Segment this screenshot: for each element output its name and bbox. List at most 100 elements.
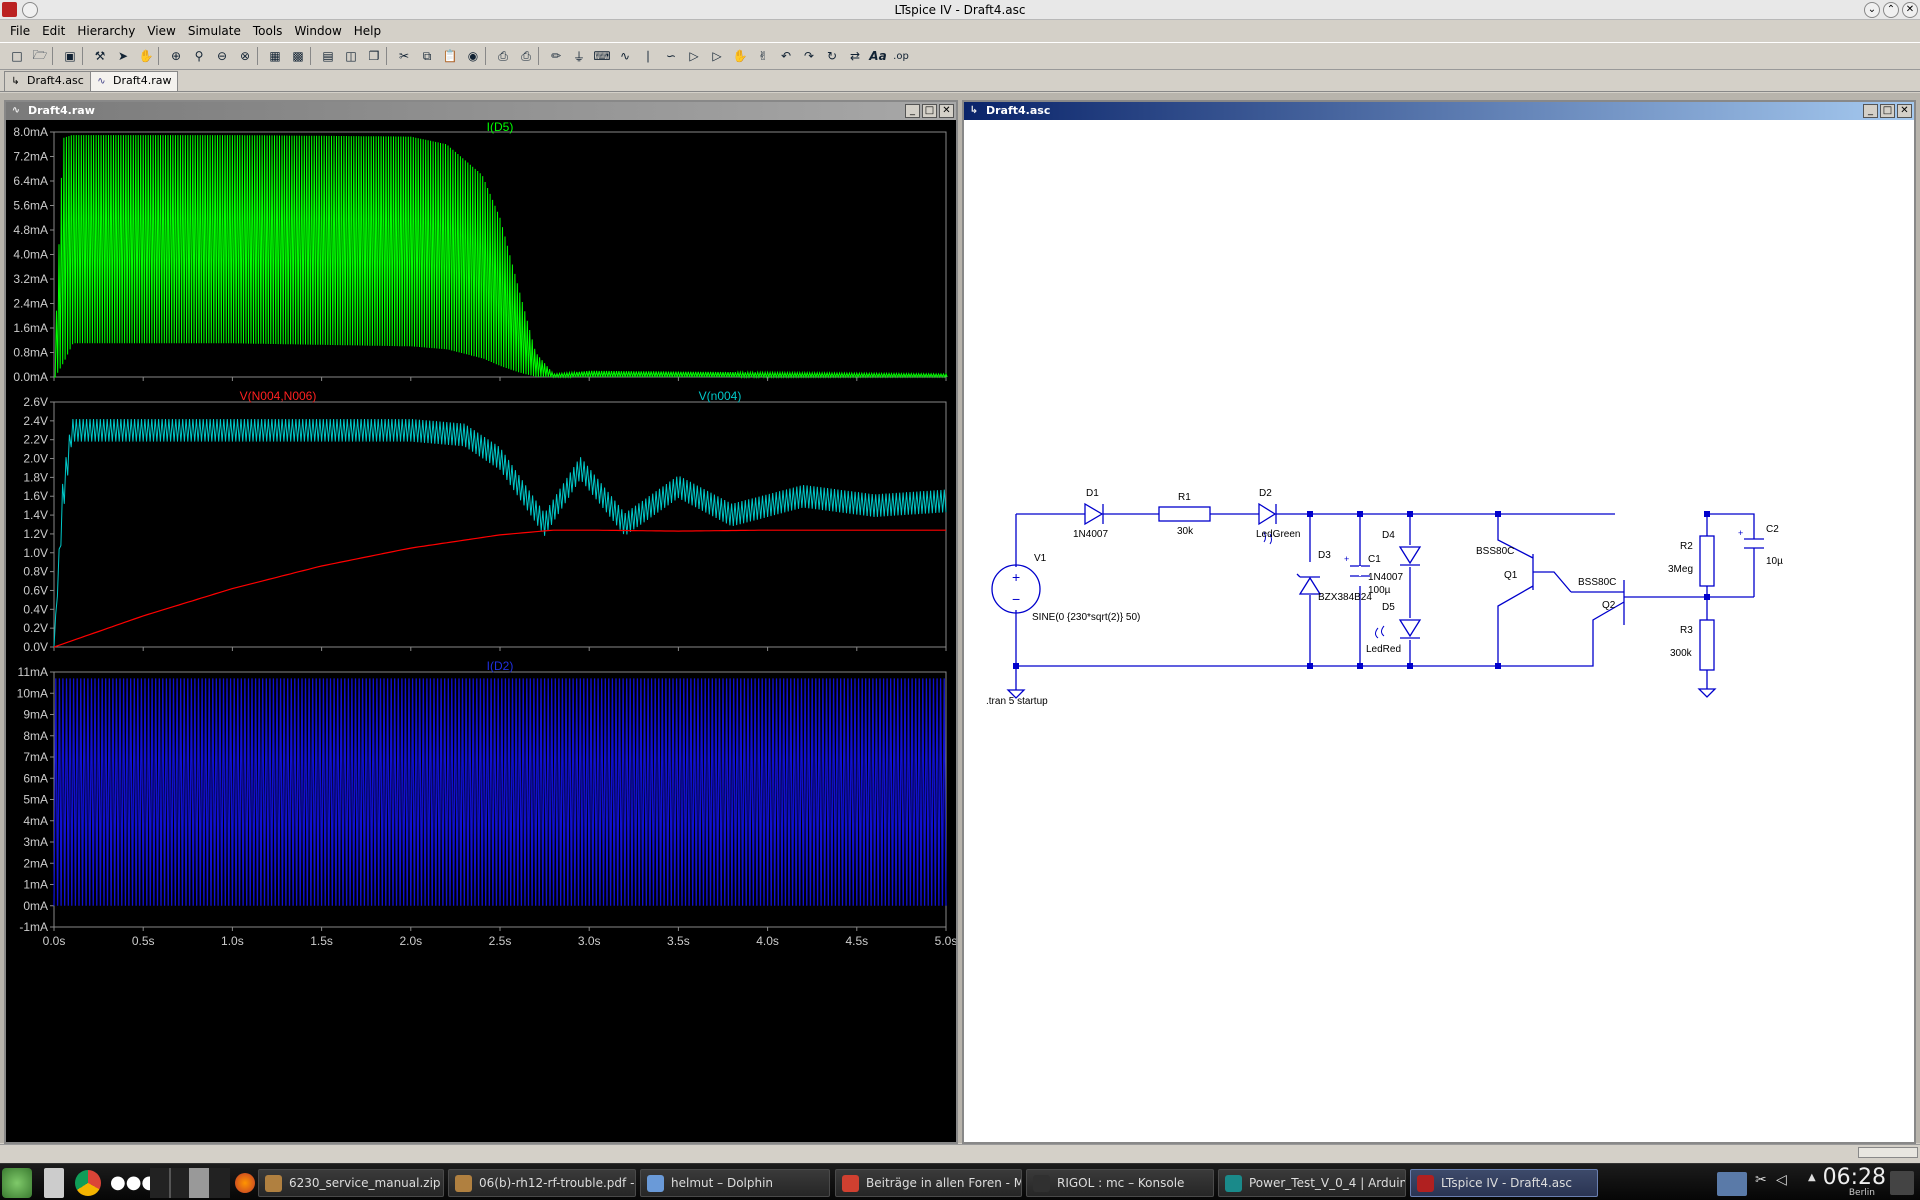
tab-draft4-asc[interactable]: ↳ Draft4.asc	[4, 71, 91, 91]
spice-directive[interactable]: .tran 5 startup	[986, 696, 1048, 707]
rotate-icon[interactable]: ↻	[821, 45, 843, 67]
waveform-window-titlebar[interactable]: ∿ Draft4.raw _ □ ✕	[6, 102, 956, 120]
find-icon[interactable]: ◉	[462, 45, 484, 67]
schematic-window-titlebar[interactable]: ↳ Draft4.asc _ □ ✕	[964, 102, 1914, 120]
taskbar-task[interactable]: 6230_service_manual.zip -	[258, 1169, 444, 1197]
cascade-icon[interactable]: ❐	[363, 45, 385, 67]
v1-source[interactable]: + − V1 SINE(0 {230*sqrt(2)} 50)	[991, 553, 1140, 623]
tray-volume-icon[interactable]: ◁	[1776, 1172, 1787, 1188]
waveform-plot-area[interactable]: 8.0mA 7.2mA 6.4mA 5.6mA 4.8mA 4.0mA 3.2mA 2.4mA…	[6, 120, 956, 1142]
ground-icon[interactable]: ⏚	[568, 45, 590, 67]
close-icon[interactable]: ✕	[939, 104, 954, 118]
menu-window[interactable]: Window	[288, 24, 347, 38]
scrollbar-thumb[interactable]	[1858, 1147, 1918, 1158]
tray-display-icon[interactable]	[1717, 1172, 1747, 1196]
q2-model: BSS80C	[1578, 577, 1616, 588]
taskbar-task[interactable]: 06(b)-rh12-rf-trouble.pdf - A	[448, 1169, 636, 1197]
taskbar-task[interactable]: LTspice IV - Draft4.asc	[1410, 1169, 1598, 1197]
paste-icon[interactable]: 📋	[439, 45, 461, 67]
label-net-icon[interactable]: ⌨	[591, 45, 613, 67]
y-tick-label: 7mA	[23, 750, 48, 764]
zoom-in-icon[interactable]: ⊕	[165, 45, 187, 67]
close-icon[interactable]: ✕	[1897, 104, 1912, 118]
tile-vertical-icon[interactable]: ◫	[340, 45, 362, 67]
zoom-area-icon[interactable]: ⚲	[188, 45, 210, 67]
menu-file[interactable]: File	[4, 24, 36, 38]
r3-resistor[interactable]: R3 300k	[1670, 619, 1715, 671]
component-icon[interactable]: ▷	[706, 45, 728, 67]
waveform-window[interactable]: ∿ Draft4.raw _ □ ✕ 8.0mA 7.2mA 6.4mA 5.6mA 4…	[4, 100, 958, 1144]
calculator-icon[interactable]	[44, 1168, 64, 1198]
d5-led[interactable]: D5 LedRed	[1366, 602, 1422, 655]
close-icon[interactable]: ✕	[1902, 2, 1918, 18]
resistor-icon[interactable]: ∿	[614, 45, 636, 67]
spice-directive-icon[interactable]: .op	[890, 45, 912, 67]
show-desktop-icon[interactable]	[1890, 1171, 1914, 1195]
taskbar-task[interactable]: Power_Test_V_0_4 | Arduin	[1218, 1169, 1406, 1197]
window-menu-button[interactable]	[22, 2, 38, 18]
c2-capacitor[interactable]: + C2 10µ	[1738, 524, 1783, 567]
open-icon[interactable]: 🗁	[29, 45, 51, 67]
tray-scissors-icon[interactable]: ✂	[1755, 1172, 1767, 1188]
virtual-desktop-pager[interactable]	[150, 1168, 230, 1198]
run-icon[interactable]: ➤	[112, 45, 134, 67]
undo-icon[interactable]: ↶	[775, 45, 797, 67]
r2-resistor[interactable]: R2 3Meg	[1668, 535, 1715, 587]
new-schematic-icon[interactable]: □	[6, 45, 28, 67]
d2-led[interactable]: D2 LedGreen	[1256, 488, 1300, 545]
task-app-icon	[265, 1175, 282, 1192]
grid-icon[interactable]: ▩	[287, 45, 309, 67]
menu-edit[interactable]: Edit	[36, 24, 71, 38]
autorange-icon[interactable]: ▦	[264, 45, 286, 67]
menu-help[interactable]: Help	[348, 24, 387, 38]
r1-resistor[interactable]: R1 30k	[1158, 492, 1211, 537]
save-icon[interactable]: ▣	[59, 45, 81, 67]
tab-draft4-raw[interactable]: ∿ Draft4.raw	[90, 71, 179, 91]
text-icon[interactable]: Aa	[867, 45, 889, 67]
print-preview-icon[interactable]: ⎙	[492, 45, 514, 67]
mirror-icon[interactable]: ⇄	[844, 45, 866, 67]
print-icon[interactable]: ⎙	[515, 45, 537, 67]
more-dots-icon[interactable]: ●●●	[110, 1168, 157, 1198]
drag-icon[interactable]: ✌	[752, 45, 774, 67]
copy-icon[interactable]: ⧉	[416, 45, 438, 67]
minimize-icon[interactable]: _	[905, 104, 920, 118]
q1-transistor[interactable]: BSS80C Q1	[1476, 546, 1518, 581]
menu-simulate[interactable]: Simulate	[182, 24, 247, 38]
start-menu-icon[interactable]	[2, 1168, 32, 1198]
taskbar-task[interactable]: helmut – Dolphin	[640, 1169, 830, 1197]
minimize-icon[interactable]: ⌄	[1864, 2, 1880, 18]
move-icon[interactable]: ✋	[729, 45, 751, 67]
schematic-canvas[interactable]: + − V1 SINE(0 {230*sqrt(2)} 50) D1 1N400…	[964, 120, 1914, 1142]
redo-icon[interactable]: ↷	[798, 45, 820, 67]
draw-wire-icon[interactable]: ✏	[545, 45, 567, 67]
chrome-icon[interactable]	[75, 1170, 101, 1196]
restore-icon[interactable]: □	[1880, 104, 1895, 118]
q2-transistor[interactable]: BSS80C Q2	[1578, 577, 1616, 611]
clock-time[interactable]: 06:28	[1823, 1166, 1886, 1190]
tray-expand-icon[interactable]: ▲	[1808, 1172, 1816, 1183]
schematic-window[interactable]: ↳ Draft4.asc _ □ ✕ + − V1 SINE(0 {230*sq…	[962, 100, 1916, 1144]
inductor-icon[interactable]: ∽	[660, 45, 682, 67]
document-tab-bar: ↳ Draft4.asc ∿ Draft4.raw	[0, 70, 1920, 92]
firefox-icon[interactable]	[235, 1173, 255, 1193]
ltspice-app-icon[interactable]	[2, 2, 17, 17]
zoom-out-icon[interactable]: ⊖	[211, 45, 233, 67]
tile-horizontal-icon[interactable]: ▤	[317, 45, 339, 67]
restore-icon[interactable]: □	[922, 104, 937, 118]
menu-view[interactable]: View	[141, 24, 181, 38]
maximize-icon[interactable]: ⌃	[1883, 2, 1899, 18]
zoom-fit-icon[interactable]: ⊗	[234, 45, 256, 67]
taskbar-task[interactable]: Beiträge in allen Foren - Mi	[835, 1169, 1022, 1197]
diode-icon[interactable]: ▷	[683, 45, 705, 67]
horizontal-scrollbar[interactable]	[0, 1144, 1920, 1160]
menu-tools[interactable]: Tools	[247, 24, 289, 38]
halt-icon[interactable]: ✋	[135, 45, 157, 67]
control-panel-icon[interactable]: ⚒	[89, 45, 111, 67]
r1-label: R1	[1178, 492, 1191, 503]
taskbar-task[interactable]: RIGOL : mc – Konsole	[1026, 1169, 1214, 1197]
cut-icon[interactable]: ✂	[393, 45, 415, 67]
minimize-icon[interactable]: _	[1863, 104, 1878, 118]
capacitor-icon[interactable]: ∣	[637, 45, 659, 67]
menu-hierarchy[interactable]: Hierarchy	[71, 24, 141, 38]
